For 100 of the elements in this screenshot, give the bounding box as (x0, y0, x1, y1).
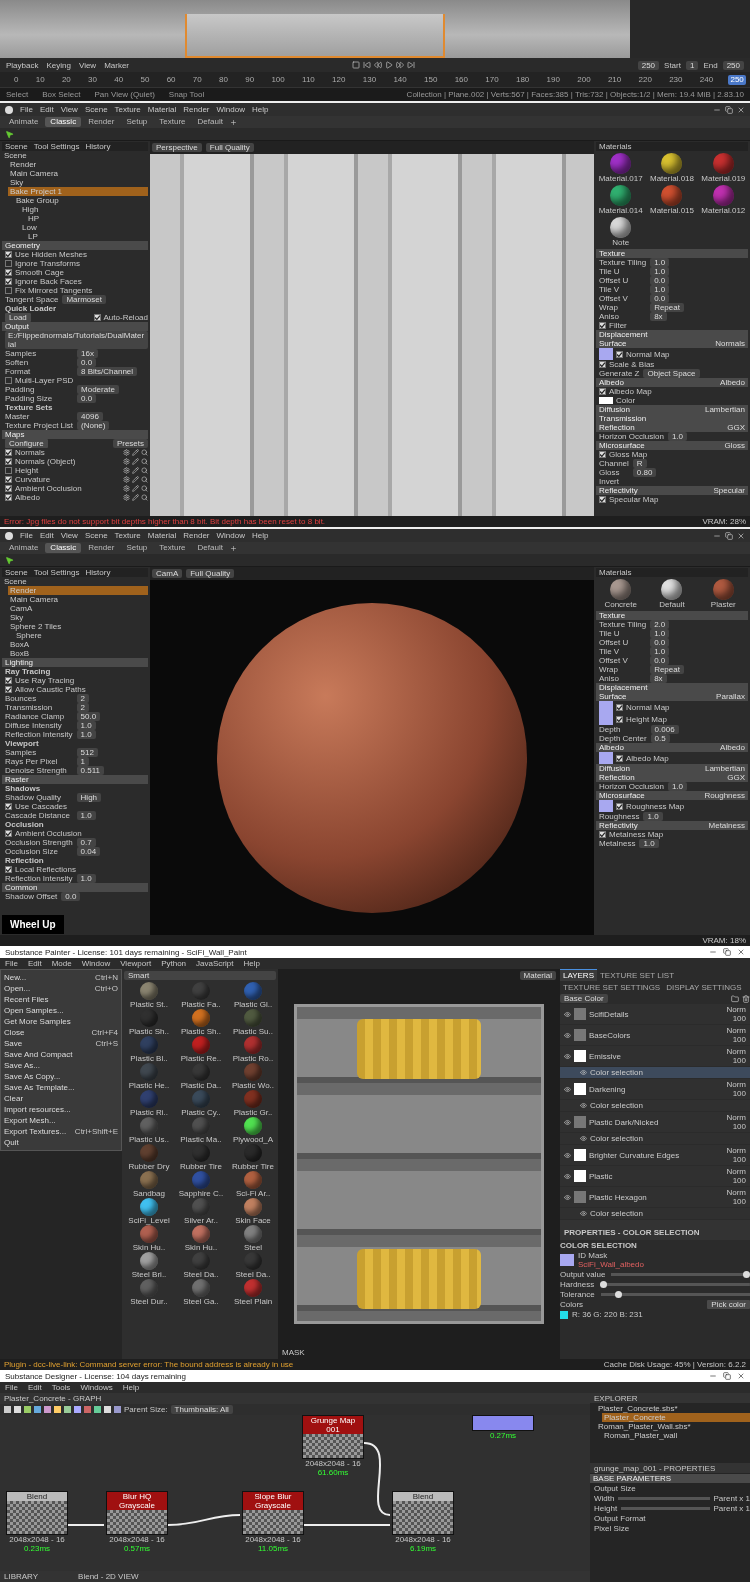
settings-icon[interactable] (123, 494, 130, 501)
visibility-icon[interactable] (564, 1151, 571, 1159)
checkbox[interactable] (616, 754, 623, 762)
section-header[interactable]: Maps (2, 430, 148, 439)
trash-icon[interactable] (742, 994, 750, 1003)
value-field[interactable]: Repeat (650, 303, 684, 312)
panel-tab[interactable]: Scene (5, 568, 28, 577)
checkbox[interactable] (5, 449, 12, 456)
value-field[interactable]: (None) (77, 421, 110, 430)
section-header[interactable]: Displacement (596, 683, 748, 692)
material-preview[interactable] (661, 153, 683, 174)
checkbox[interactable] (5, 278, 12, 285)
layer-row[interactable]: Plastic Hexagon Norm 100 (560, 1187, 750, 1207)
workspace-tab[interactable]: Default (192, 543, 228, 553)
section-header[interactable]: Diffusion Lambertian (596, 405, 748, 414)
section-header[interactable]: Geometry (2, 241, 148, 250)
menu-item[interactable]: Render (183, 531, 210, 540)
value-field[interactable]: 1.0 (650, 629, 670, 638)
tree-item[interactable]: HP (26, 214, 148, 223)
value-field[interactable]: High (76, 793, 102, 802)
subsection-title[interactable]: Reflection (5, 856, 44, 865)
checkbox[interactable] (5, 287, 12, 294)
settings-icon[interactable] (123, 476, 130, 483)
visibility-icon[interactable] (580, 1069, 587, 1076)
checkbox[interactable] (5, 803, 12, 810)
checkbox[interactable] (5, 269, 12, 276)
layer-row[interactable]: Color selection (560, 1208, 750, 1219)
value-field[interactable]: 0.0 (650, 276, 670, 285)
checkbox[interactable] (599, 322, 606, 329)
visibility-icon[interactable] (564, 1052, 571, 1060)
menu-entry[interactable]: Recent Files (1, 994, 121, 1005)
pencil-icon[interactable] (132, 467, 139, 474)
settings-icon[interactable] (123, 467, 130, 474)
workspace-tab[interactable]: Animate (4, 543, 44, 553)
menu-item[interactable]: Help (243, 959, 260, 968)
material-preview[interactable] (661, 579, 683, 600)
skip-forward-icon[interactable] (406, 61, 415, 69)
graph-node[interactable]: Grunge Map 001 (302, 1415, 364, 1459)
layer-row[interactable]: Darkening Norm 100 (560, 1079, 750, 1099)
texture-thumbnail[interactable] (599, 752, 613, 764)
value-field[interactable]: 1.0 (76, 811, 96, 820)
checkbox[interactable] (599, 361, 606, 368)
menu-item[interactable]: Keying (46, 60, 71, 70)
value-field[interactable]: 0.04 (76, 847, 101, 856)
section-header[interactable]: Microsurface Gloss (596, 441, 748, 450)
path-field[interactable]: E:/Flippednormals/Tutorials/DualMaterial (5, 331, 148, 349)
subsection-title[interactable]: Texture Sets (5, 403, 53, 412)
search-icon[interactable] (141, 476, 148, 483)
section-header[interactable]: Texture (596, 249, 748, 258)
menu-item[interactable]: Edit (27, 1383, 42, 1392)
section-header[interactable]: Common (2, 883, 148, 892)
slider-thumb[interactable] (743, 1271, 750, 1278)
menu-item[interactable]: Python (161, 959, 187, 968)
panel-tab[interactable]: Tool Settings (33, 568, 80, 577)
checkbox[interactable] (599, 496, 606, 503)
menu-entry[interactable]: Get More Samples (1, 1016, 121, 1027)
layer-row[interactable]: Color selection (560, 1100, 750, 1111)
value-field[interactable]: 8 Bits/Channel (77, 367, 138, 376)
graph-node[interactable]: Blur HQ Grayscale (106, 1491, 168, 1535)
checkbox[interactable] (599, 451, 606, 458)
workspace-tab[interactable]: Default (192, 117, 228, 127)
checkbox[interactable] (5, 686, 12, 693)
checkbox[interactable] (616, 703, 623, 711)
section-header[interactable]: Texture (596, 611, 748, 620)
checkbox[interactable] (5, 866, 12, 873)
end-field[interactable]: 250 (722, 60, 744, 70)
tree-item[interactable]: Roman_Plaster_Wall.sbs* (596, 1422, 750, 1431)
tree-item[interactable]: CamA (8, 604, 148, 613)
section-header[interactable]: Raster (2, 775, 148, 784)
menu-item[interactable]: Material (147, 105, 177, 114)
panel-tab[interactable]: TEXTURE SET LIST (597, 969, 678, 981)
menu-entry[interactable]: Export Mesh... (1, 1115, 121, 1126)
settings-icon[interactable] (123, 458, 130, 465)
add-icon[interactable] (229, 544, 237, 552)
value-field[interactable]: 1 (76, 757, 90, 766)
menu-item[interactable]: Windows (80, 1383, 113, 1392)
search-icon[interactable] (141, 458, 148, 465)
value-field[interactable]: 2 (76, 694, 90, 703)
menu-item[interactable]: Viewport (120, 959, 152, 968)
section-header[interactable]: Reflection GGX (596, 773, 748, 782)
value-field[interactable]: 1.0 (667, 432, 688, 441)
value-field[interactable]: 2 (76, 703, 90, 712)
material-preview[interactable] (244, 1198, 262, 1216)
visibility-icon[interactable] (564, 1172, 571, 1180)
value-field[interactable]: 1.0 (650, 267, 670, 276)
slider-track[interactable] (621, 1507, 710, 1510)
texture-thumbnail[interactable] (599, 348, 613, 360)
menu-item[interactable]: View (78, 60, 97, 70)
material-preview[interactable] (610, 185, 632, 206)
menu-item[interactable]: View (60, 531, 78, 540)
workspace-tab[interactable]: Classic (45, 117, 82, 127)
tree-item[interactable]: Sphere (14, 631, 148, 640)
section-header[interactable]: Surface Normals (596, 339, 748, 348)
menu-item[interactable]: Window (216, 531, 245, 540)
value-field[interactable]: 8x (650, 674, 667, 683)
tree-item[interactable]: Render (8, 160, 148, 169)
cursor-icon[interactable] (5, 555, 14, 565)
search-icon[interactable] (141, 485, 148, 492)
material-preview[interactable] (140, 1198, 158, 1216)
graph-node[interactable]: Blend (392, 1491, 454, 1535)
